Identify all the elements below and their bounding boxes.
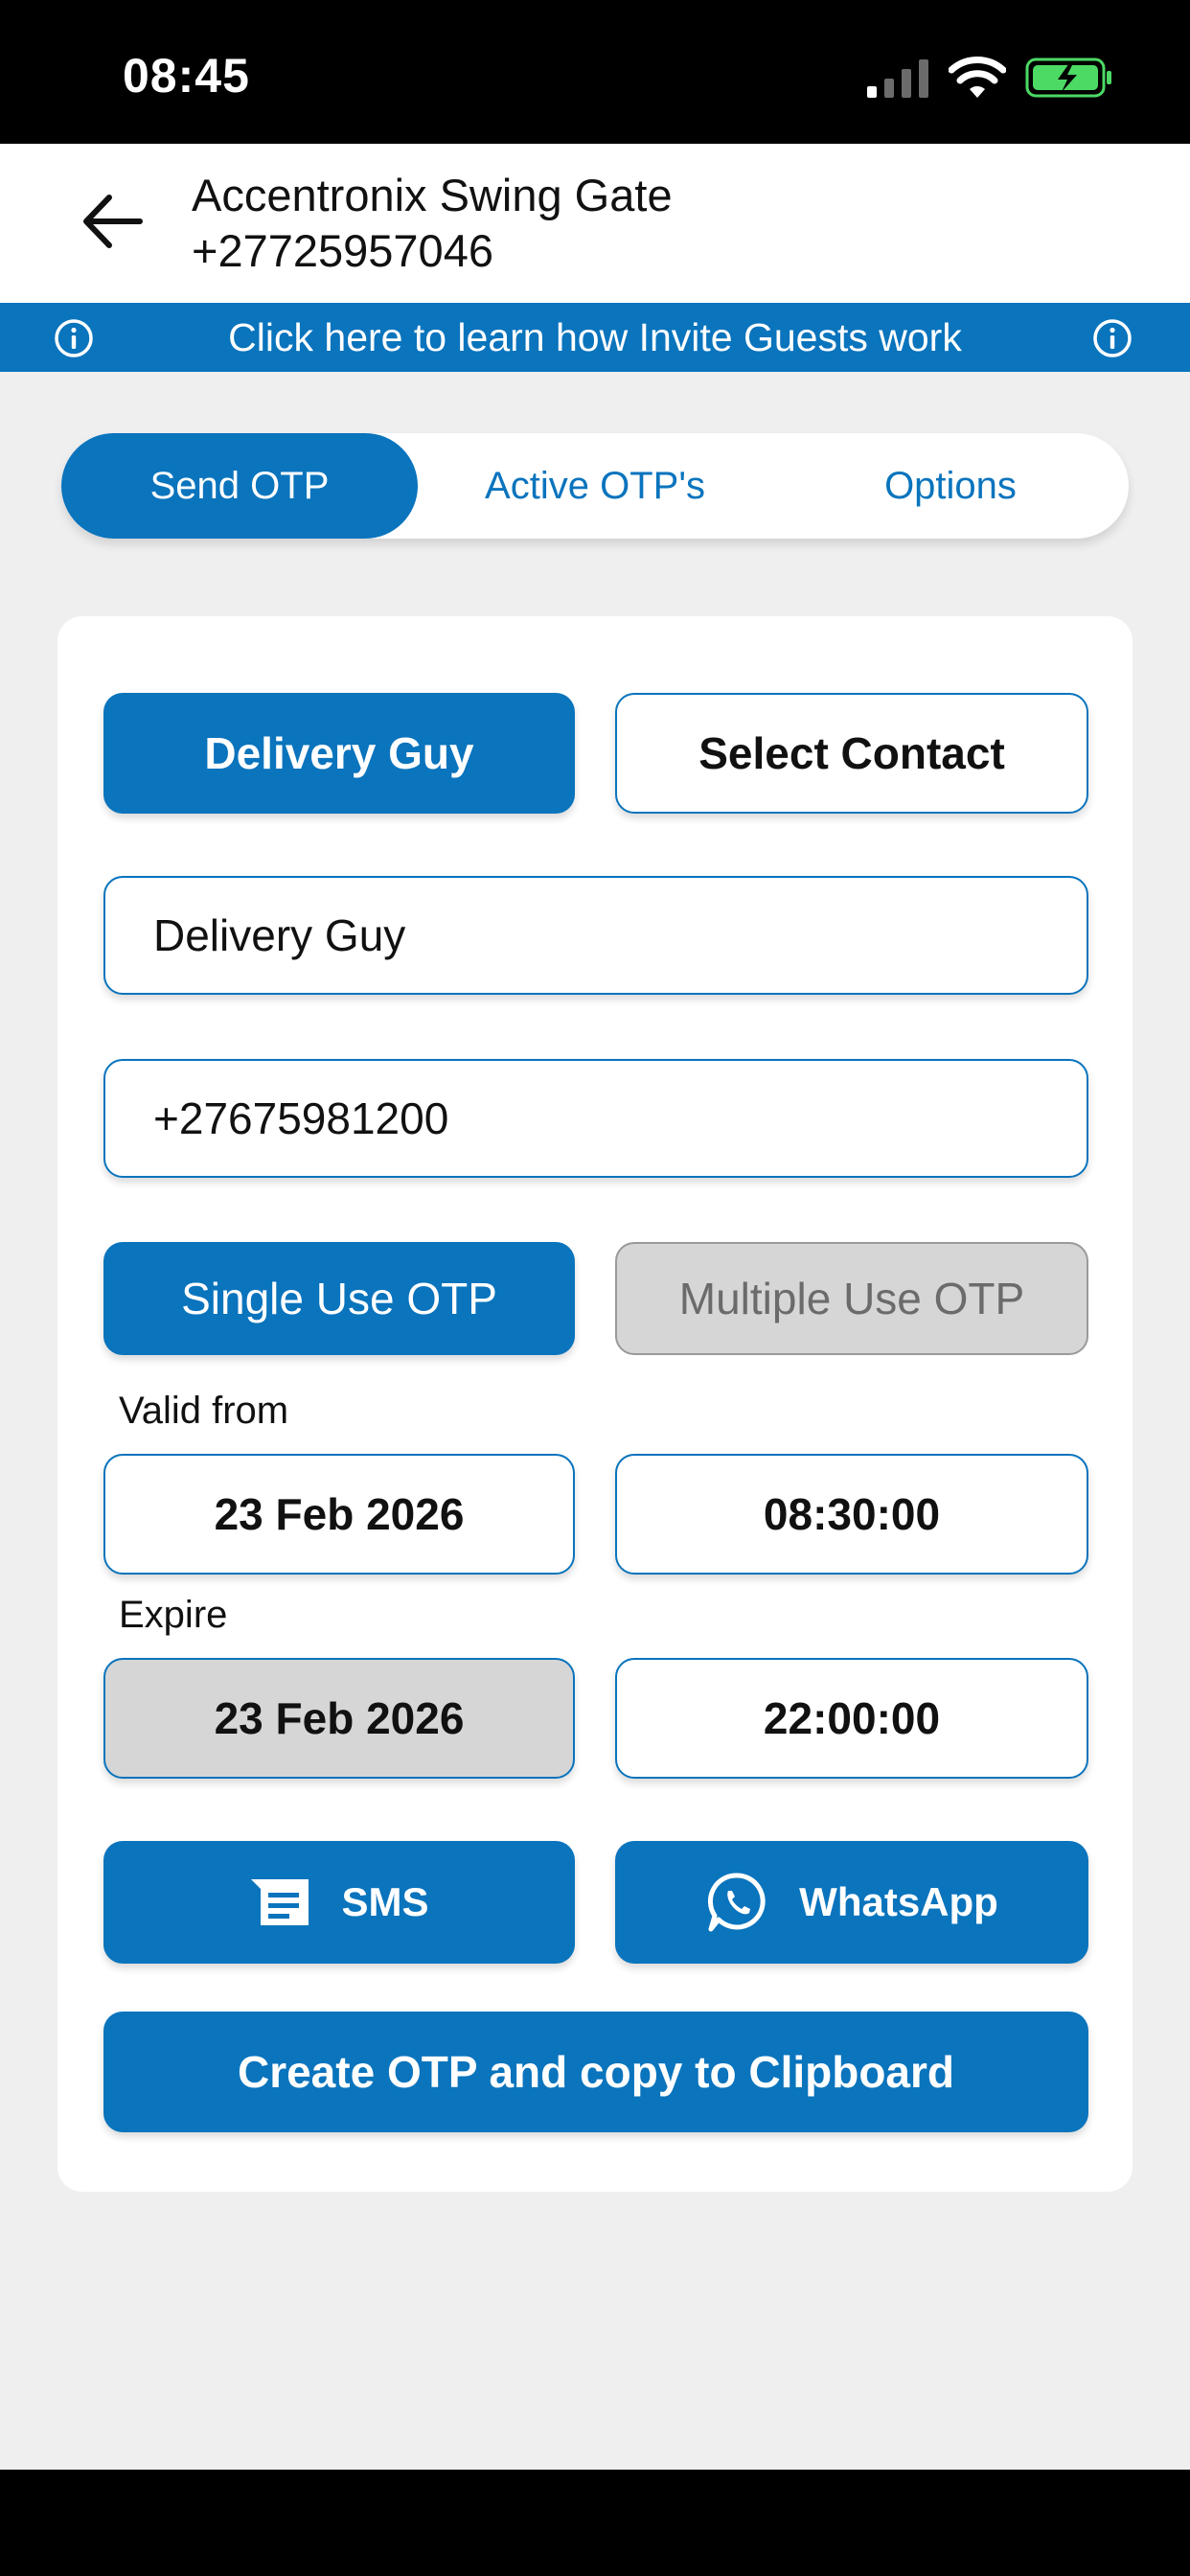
sms-button[interactable]: SMS	[103, 1841, 575, 1964]
delivery-guy-button[interactable]: Delivery Guy	[103, 693, 575, 814]
wifi-icon	[949, 57, 1006, 98]
create-otp-copy-button[interactable]: Create OTP and copy to Clipboard	[103, 2012, 1088, 2132]
sms-message-icon	[251, 1879, 309, 1925]
gate-phone: +27725957046	[192, 225, 493, 276]
otp-tabs: Send OTP Active OTP's Options	[61, 433, 1129, 539]
multiple-use-otp-button[interactable]: Multiple Use OTP	[615, 1242, 1088, 1355]
home-indicator-bar	[0, 2470, 1190, 2576]
whatsapp-button-label: WhatsApp	[799, 1879, 998, 1924]
guest-phone-input[interactable]	[153, 1092, 1087, 1144]
guest-phone-field[interactable]	[103, 1059, 1088, 1178]
valid-from-time-picker[interactable]: 08:30:00	[615, 1454, 1088, 1575]
battery-charging-icon	[1025, 58, 1111, 98]
info-icon	[1093, 319, 1132, 357]
guest-name-field[interactable]	[103, 876, 1088, 995]
expire-label: Expire	[119, 1594, 228, 1636]
guest-name-input[interactable]	[153, 909, 1087, 961]
invite-guests-help-banner[interactable]: Click here to learn how Invite Guests wo…	[0, 303, 1190, 372]
banner-text: Click here to learn how Invite Guests wo…	[228, 314, 962, 359]
whatsapp-icon	[708, 1873, 766, 1932]
info-icon	[55, 319, 93, 357]
sms-button-label: SMS	[341, 1879, 429, 1924]
gate-name: Accentronix Swing Gate	[192, 170, 673, 220]
status-time: 08:45	[123, 49, 250, 103]
valid-from-date-picker[interactable]: 23 Feb 2026	[103, 1454, 575, 1575]
expire-time-picker[interactable]: 22:00:00	[615, 1658, 1088, 1779]
cellular-signal-icon	[867, 59, 928, 98]
expire-date-picker[interactable]: 23 Feb 2026	[103, 1658, 575, 1779]
app-header	[0, 144, 1190, 303]
valid-from-label: Valid from	[119, 1390, 289, 1432]
whatsapp-button[interactable]: WhatsApp	[615, 1841, 1088, 1964]
back-arrow-icon[interactable]	[80, 192, 144, 251]
select-contact-button[interactable]: Select Contact	[615, 693, 1088, 814]
status-bar: 08:45	[0, 0, 1190, 144]
tab-active-otps[interactable]: Active OTP's	[418, 433, 772, 539]
single-use-otp-button[interactable]: Single Use OTP	[103, 1242, 575, 1355]
tab-send-otp[interactable]: Send OTP	[61, 433, 418, 539]
tab-options[interactable]: Options	[772, 433, 1129, 539]
